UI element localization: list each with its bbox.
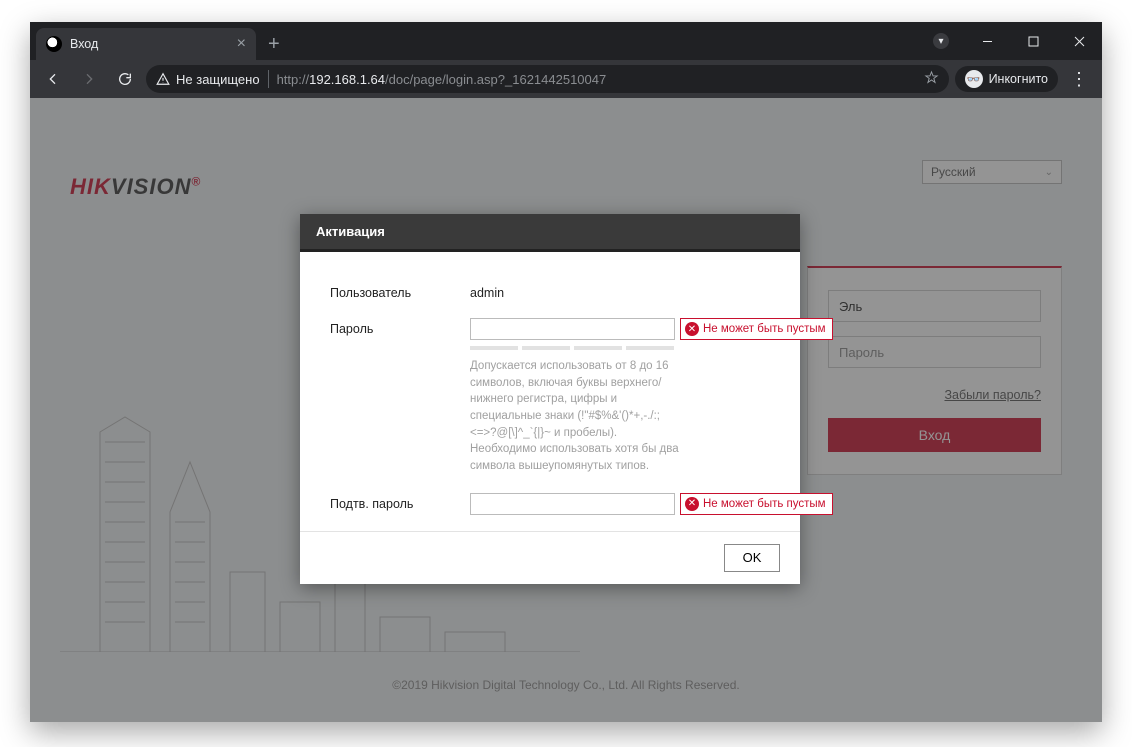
username-label: Пользователь [330, 282, 470, 300]
minimize-button[interactable] [964, 22, 1010, 60]
browser-menu-button[interactable]: ⋮ [1064, 69, 1094, 90]
omnibox[interactable]: Не защищено http://192.168.1.64/doc/page… [146, 65, 949, 93]
row-username: Пользователь admin [330, 282, 770, 300]
omnibox-separator [268, 70, 269, 88]
back-button[interactable] [38, 64, 68, 94]
security-label: Не защищено [176, 72, 260, 87]
password-strength-meter [470, 346, 770, 350]
incognito-icon: 👓 [965, 70, 983, 88]
confirm-error-tooltip: ✕ Не может быть пустым [680, 493, 833, 515]
warning-icon [156, 72, 170, 86]
activation-password-input[interactable] [470, 318, 675, 340]
url: http://192.168.1.64/doc/page/login.asp?_… [277, 72, 607, 87]
error-icon: ✕ [685, 322, 699, 336]
close-window-button[interactable] [1056, 22, 1102, 60]
row-confirm-password: Подтв. пароль ✕ Не может быть пустым [330, 493, 770, 515]
favicon-icon [46, 36, 62, 52]
account-badge-icon[interactable]: ▾ [918, 22, 964, 60]
password-error-tooltip: ✕ Не может быть пустым [680, 318, 833, 340]
maximize-button[interactable] [1010, 22, 1056, 60]
tab-close-icon[interactable]: × [237, 35, 246, 53]
reload-button[interactable] [110, 64, 140, 94]
titlebar: Вход × + ▾ [30, 22, 1102, 60]
browser-window: Вход × + ▾ Не защищено http://192.168.1.… [30, 22, 1102, 722]
confirm-password-label: Подтв. пароль [330, 493, 470, 511]
page-viewport: HIKVISION® Русский ⌄ Забыли пароль? [30, 98, 1102, 722]
forward-button[interactable] [74, 64, 104, 94]
activation-confirm-password-input[interactable] [470, 493, 675, 515]
security-warning: Не защищено [156, 72, 260, 87]
star-icon[interactable] [924, 70, 939, 88]
incognito-badge[interactable]: 👓 Инкогнито [955, 66, 1058, 92]
modal-footer: OK [300, 531, 800, 584]
incognito-label: Инкогнито [989, 72, 1048, 86]
ok-button[interactable]: OK [724, 544, 780, 572]
error-icon: ✕ [685, 497, 699, 511]
activation-modal: Активация Пользователь admin Пароль Допу… [300, 214, 800, 584]
modal-body: Пользователь admin Пароль Допускается ис… [300, 252, 800, 531]
row-password: Пароль Допускается использовать от 8 до … [330, 318, 770, 475]
new-tab-button[interactable]: + [256, 33, 292, 60]
confirm-error-text: Не может быть пустым [703, 498, 826, 510]
modal-title: Активация [300, 214, 800, 252]
address-bar: Не защищено http://192.168.1.64/doc/page… [30, 60, 1102, 98]
window-controls: ▾ [918, 22, 1102, 60]
browser-tab[interactable]: Вход × [36, 28, 256, 60]
password-hint: Допускается использовать от 8 до 16 симв… [470, 358, 680, 475]
username-value: admin [470, 282, 770, 300]
password-label: Пароль [330, 318, 470, 336]
tab-title: Вход [70, 37, 229, 51]
password-error-text: Не может быть пустым [703, 323, 826, 335]
